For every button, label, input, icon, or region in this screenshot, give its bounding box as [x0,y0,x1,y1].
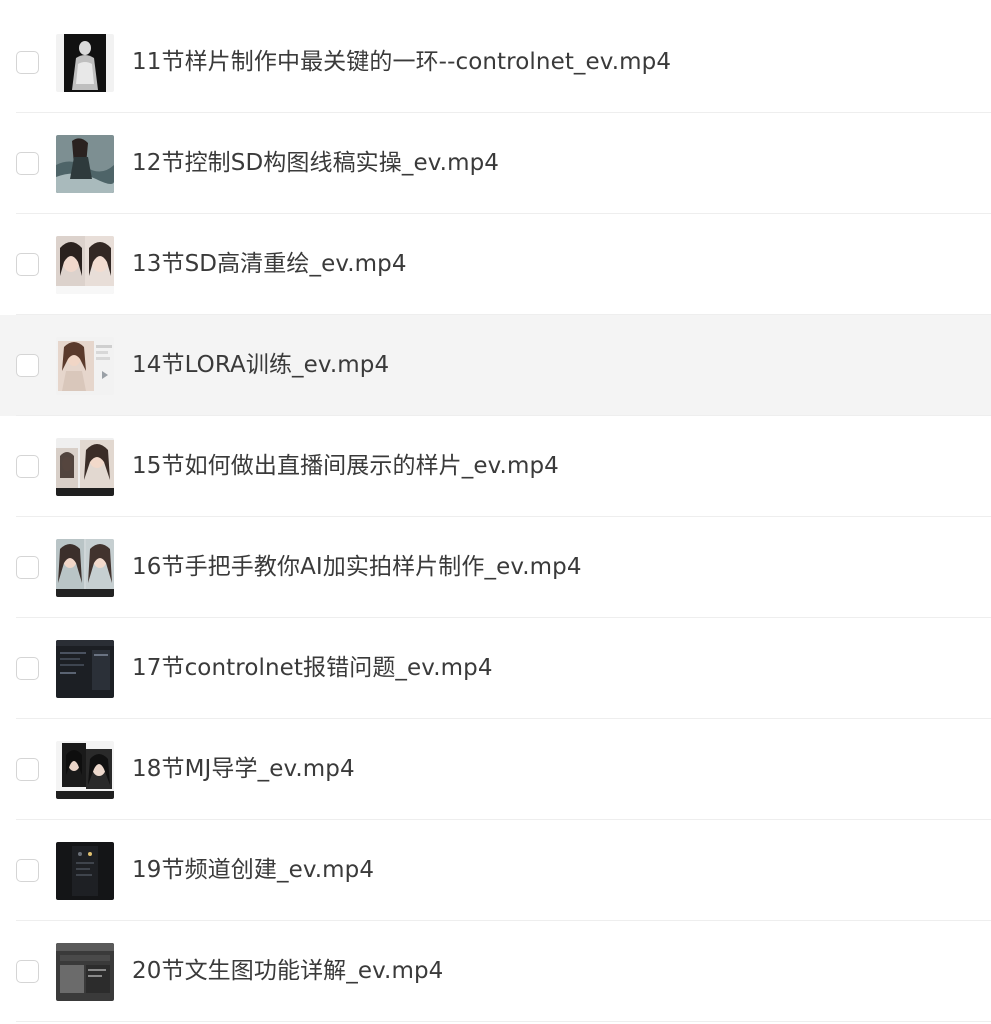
file-name[interactable]: 15节如何做出直播间展示的样片_ev.mp4 [132,450,559,482]
file-name[interactable]: 14节LORA训练_ev.mp4 [132,349,389,381]
row-divider [16,1021,991,1022]
row-checkbox[interactable] [16,354,39,377]
file-row[interactable]: 20节文生图功能详解_ev.mp4 [0,921,991,1022]
file-name[interactable]: 11节样片制作中最关键的一环--controlnet_ev.mp4 [132,46,671,78]
statue-thumbnail[interactable] [56,34,114,92]
portrait-bw-thumbnail[interactable] [56,741,114,799]
dark-screen-thumbnail[interactable] [56,640,114,698]
portrait-compare-thumbnail[interactable] [56,438,114,496]
file-row[interactable]: 16节手把手教你AI加实拍样片制作_ev.mp4 [0,517,991,618]
portrait-duo-thumbnail[interactable] [56,539,114,597]
row-checkbox[interactable] [16,960,39,983]
file-name[interactable]: 19节频道创建_ev.mp4 [132,854,374,886]
dark-app-thumbnail[interactable] [56,842,114,900]
file-row[interactable]: 19节频道创建_ev.mp4 [0,820,991,921]
file-name[interactable]: 17节controlnet报错问题_ev.mp4 [132,652,493,684]
file-list: 11节样片制作中最关键的一环--controlnet_ev.mp4 12节控制S… [0,12,991,1022]
row-checkbox[interactable] [16,657,39,680]
row-checkbox[interactable] [16,859,39,882]
row-checkbox[interactable] [16,758,39,781]
row-checkbox[interactable] [16,455,39,478]
file-row[interactable]: 12节控制SD构图线稿实操_ev.mp4 [0,113,991,214]
row-checkbox[interactable] [16,253,39,276]
portrait-pair-thumbnail[interactable] [56,236,114,294]
file-row[interactable]: 13节SD高清重绘_ev.mp4 [0,214,991,315]
file-name[interactable]: 13节SD高清重绘_ev.mp4 [132,248,407,280]
file-row[interactable]: 15节如何做出直播间展示的样片_ev.mp4 [0,416,991,517]
file-row[interactable]: 14节LORA训练_ev.mp4 [0,315,991,416]
file-row[interactable]: 17节controlnet报错问题_ev.mp4 [0,618,991,719]
row-checkbox[interactable] [16,556,39,579]
row-checkbox[interactable] [16,152,39,175]
file-name[interactable]: 16节手把手教你AI加实拍样片制作_ev.mp4 [132,551,582,583]
row-checkbox[interactable] [16,51,39,74]
file-row[interactable]: 18节MJ导学_ev.mp4 [0,719,991,820]
portrait-screen-thumbnail[interactable] [56,337,114,395]
file-name[interactable]: 20节文生图功能详解_ev.mp4 [132,955,443,987]
portrait-water-thumbnail[interactable] [56,135,114,193]
file-row[interactable]: 11节样片制作中最关键的一环--controlnet_ev.mp4 [0,12,991,113]
ui-screen-thumbnail[interactable] [56,943,114,1001]
file-name[interactable]: 18节MJ导学_ev.mp4 [132,753,355,785]
file-name[interactable]: 12节控制SD构图线稿实操_ev.mp4 [132,147,499,179]
